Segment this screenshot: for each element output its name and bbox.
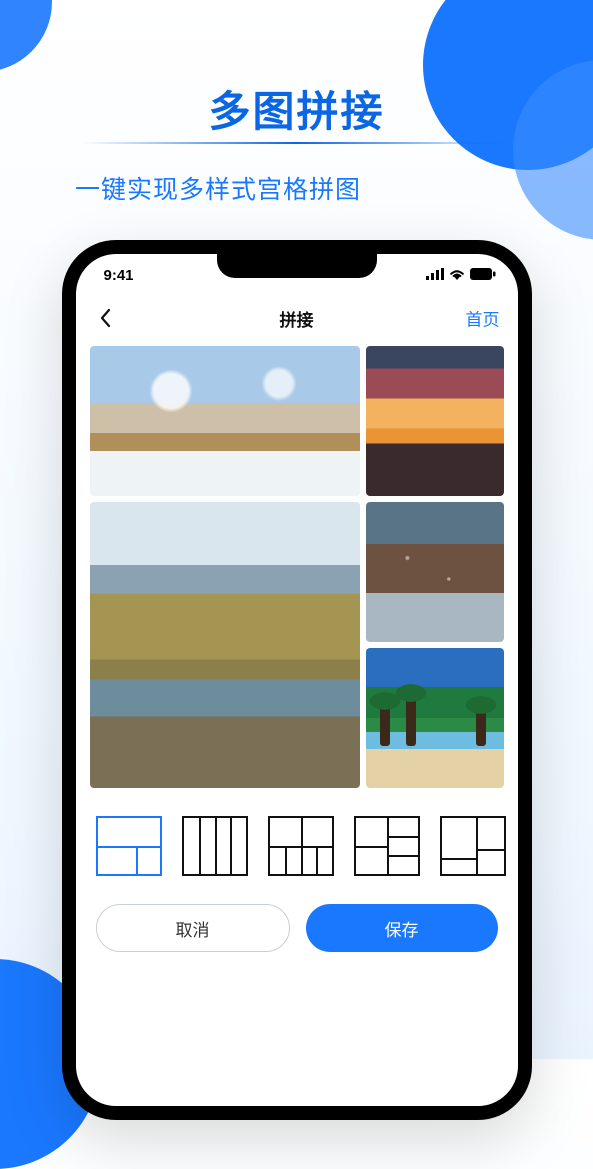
template-option[interactable] — [440, 816, 506, 876]
promo-subtitle: 一键实现多样式宫格拼图 — [75, 170, 361, 206]
template-option[interactable] — [182, 816, 248, 876]
promo-underline — [82, 142, 512, 144]
phone-notch — [217, 254, 377, 278]
signal-icon — [426, 267, 444, 284]
template-option[interactable] — [268, 816, 334, 876]
phone-screen: 9:41 拼接 首页 — [76, 254, 518, 1106]
action-row: 取消 保存 — [96, 904, 498, 952]
collage-slot[interactable] — [366, 502, 504, 642]
chevron-left-icon — [99, 308, 111, 328]
template-option[interactable] — [354, 816, 420, 876]
home-link[interactable]: 首页 — [466, 306, 500, 331]
collage-slot[interactable] — [90, 502, 360, 788]
template-list[interactable] — [76, 816, 518, 876]
battery-icon — [470, 267, 496, 284]
collage-slot[interactable] — [90, 346, 360, 496]
template-option[interactable] — [96, 816, 162, 876]
status-time: 9:41 — [104, 267, 134, 284]
decor-circle — [0, 0, 52, 72]
cancel-button[interactable]: 取消 — [96, 904, 290, 952]
nav-title: 拼接 — [280, 306, 314, 331]
collage-slot[interactable] — [366, 648, 504, 788]
collage-grid — [90, 346, 504, 786]
save-button[interactable]: 保存 — [306, 904, 498, 952]
phone-frame: 9:41 拼接 首页 — [62, 240, 532, 1120]
promo-title: 多图拼接 — [0, 78, 593, 139]
collage-slot[interactable] — [366, 346, 504, 496]
wifi-icon — [449, 267, 465, 284]
back-button[interactable] — [90, 303, 120, 333]
nav-bar: 拼接 首页 — [76, 296, 518, 340]
